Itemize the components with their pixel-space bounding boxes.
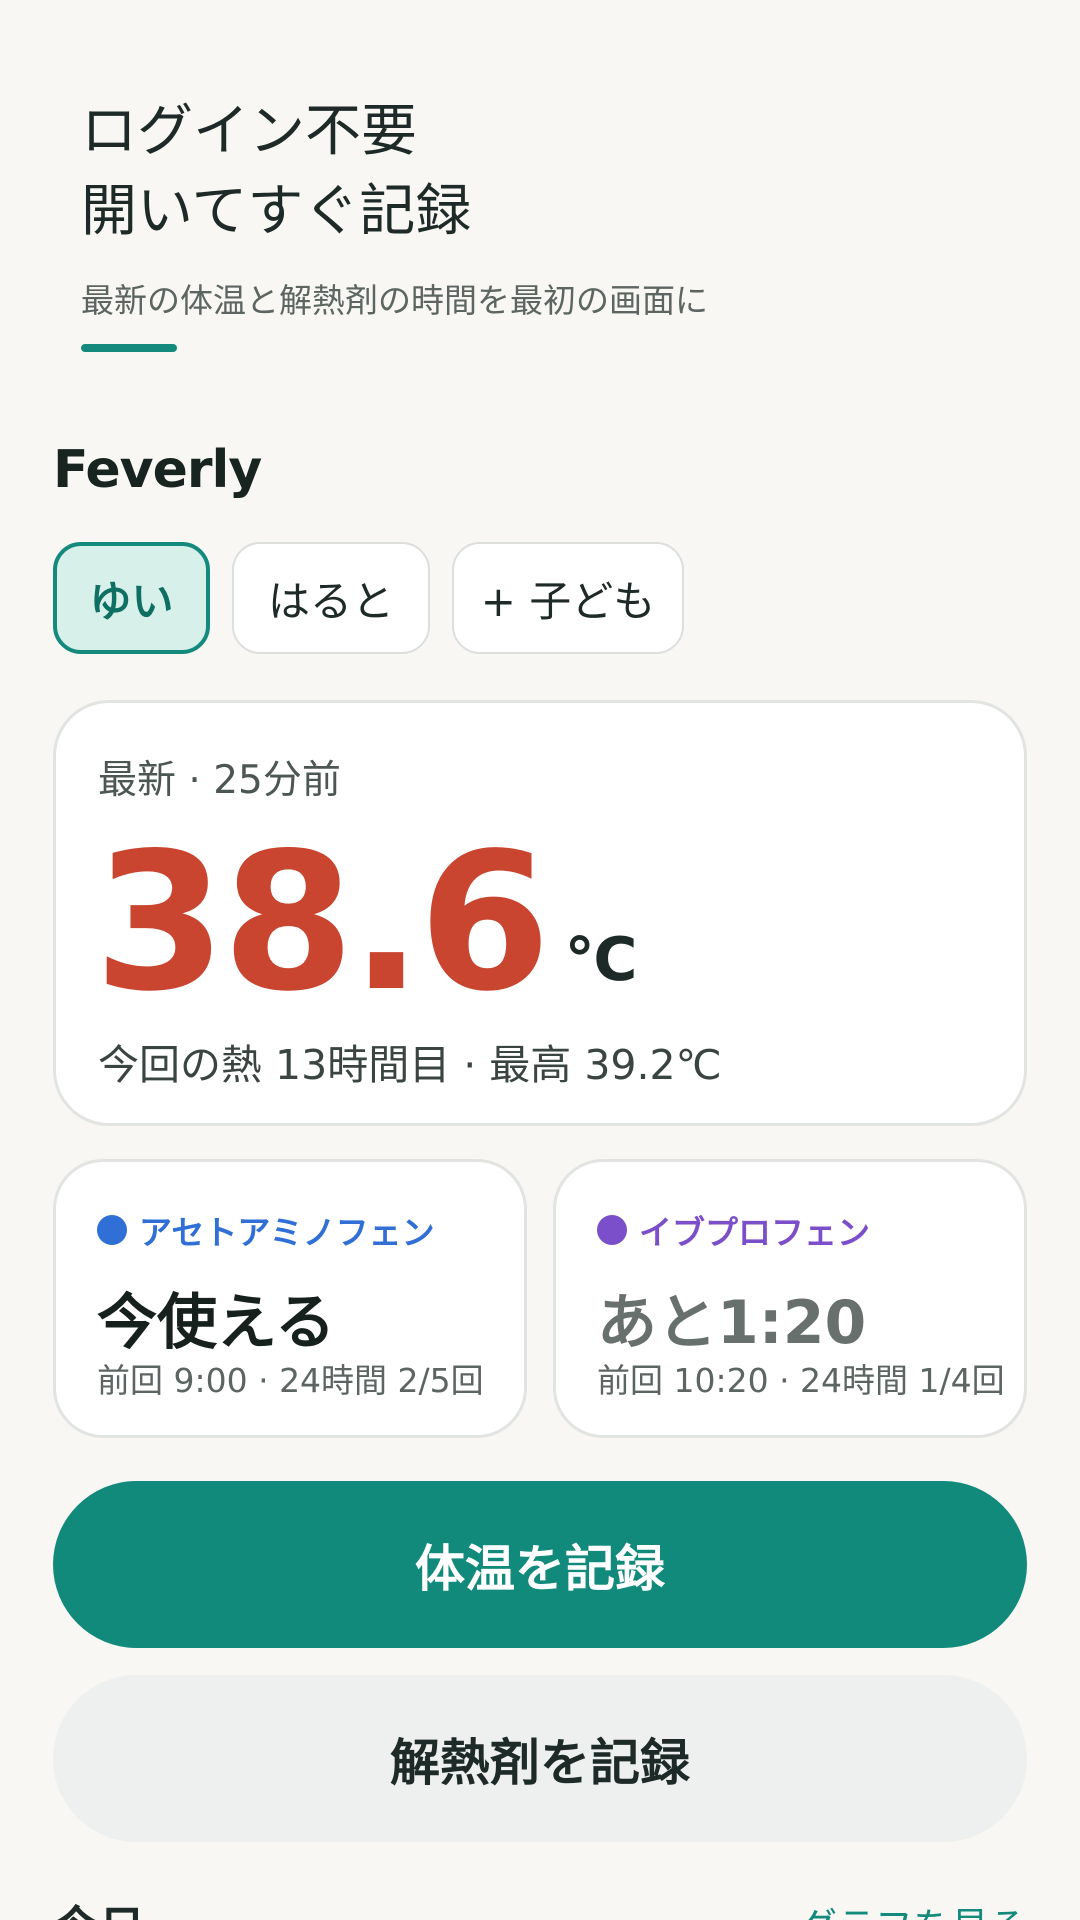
medicine-name-row: イブプロフェン (597, 1206, 870, 1254)
medicine-status: 今使える (97, 1288, 336, 1358)
today-section-title: 今日 (53, 1892, 145, 1920)
medicine-name: アセトアミノフェン (139, 1213, 435, 1252)
medicine-detail: 前回 9:00 · 24時間 2/5回 (97, 1361, 484, 1400)
temperature-reading: 38.6 ℃ (94, 823, 637, 1023)
hero-title-line2: 開いてすぐ記録 (81, 179, 472, 244)
fever-summary: 今回の熱 13時間目 · 最高 39.2℃ (98, 1041, 722, 1089)
medicine-card-ibuprofen[interactable]: イブプロフェン あと1:20 前回 10:20 · 24時間 1/4回 (553, 1159, 1027, 1438)
medicine-color-dot (97, 1215, 127, 1245)
medicine-detail: 前回 10:20 · 24時間 1/4回 (597, 1361, 1005, 1400)
today-section-header: 今日 グラフを見る (53, 1892, 1027, 1920)
temperature-unit: ℃ (564, 925, 638, 995)
child-selector: ゆい はると + 子ども (53, 542, 684, 658)
app-screen: ログイン不要 開いてすぐ記録 最新の体温と解熱剤の時間を最初の画面に Fever… (0, 0, 1080, 1920)
medicine-name: イブプロフェン (639, 1213, 870, 1252)
medicine-status: あと1:20 (597, 1288, 867, 1358)
view-graph-link[interactable]: グラフを見る (799, 1896, 1027, 1920)
hero-accent-bar (81, 344, 177, 352)
hero-subtitle: 最新の体温と解熱剤の時間を最初の画面に (81, 281, 708, 320)
record-medicine-button[interactable]: 解熱剤を記録 (53, 1675, 1027, 1842)
child-tab-yui[interactable]: ゆい (53, 542, 210, 654)
medicine-card-acetaminophen[interactable]: アセトアミノフェン 今使える 前回 9:00 · 24時間 2/5回 (53, 1159, 527, 1438)
hero-section: ログイン不要 開いてすぐ記録 最新の体温と解熱剤の時間を最初の画面に (81, 92, 981, 322)
medicine-color-dot (597, 1215, 627, 1245)
latest-temperature-card[interactable]: 最新 · 25分前 38.6 ℃ 今回の熱 13時間目 · 最高 39.2℃ (53, 700, 1027, 1126)
record-temperature-button[interactable]: 体温を記録 (53, 1481, 1027, 1648)
app-name: Feverly (53, 440, 262, 500)
medicine-name-row: アセトアミノフェン (97, 1206, 435, 1254)
hero-title-line1: ログイン不要 (81, 99, 417, 164)
temperature-value: 38.6 (94, 812, 551, 1033)
temperature-meta: 最新 · 25分前 (98, 758, 341, 803)
child-tab-haruto[interactable]: はると (232, 542, 430, 654)
add-child-button[interactable]: + 子ども (452, 542, 684, 654)
